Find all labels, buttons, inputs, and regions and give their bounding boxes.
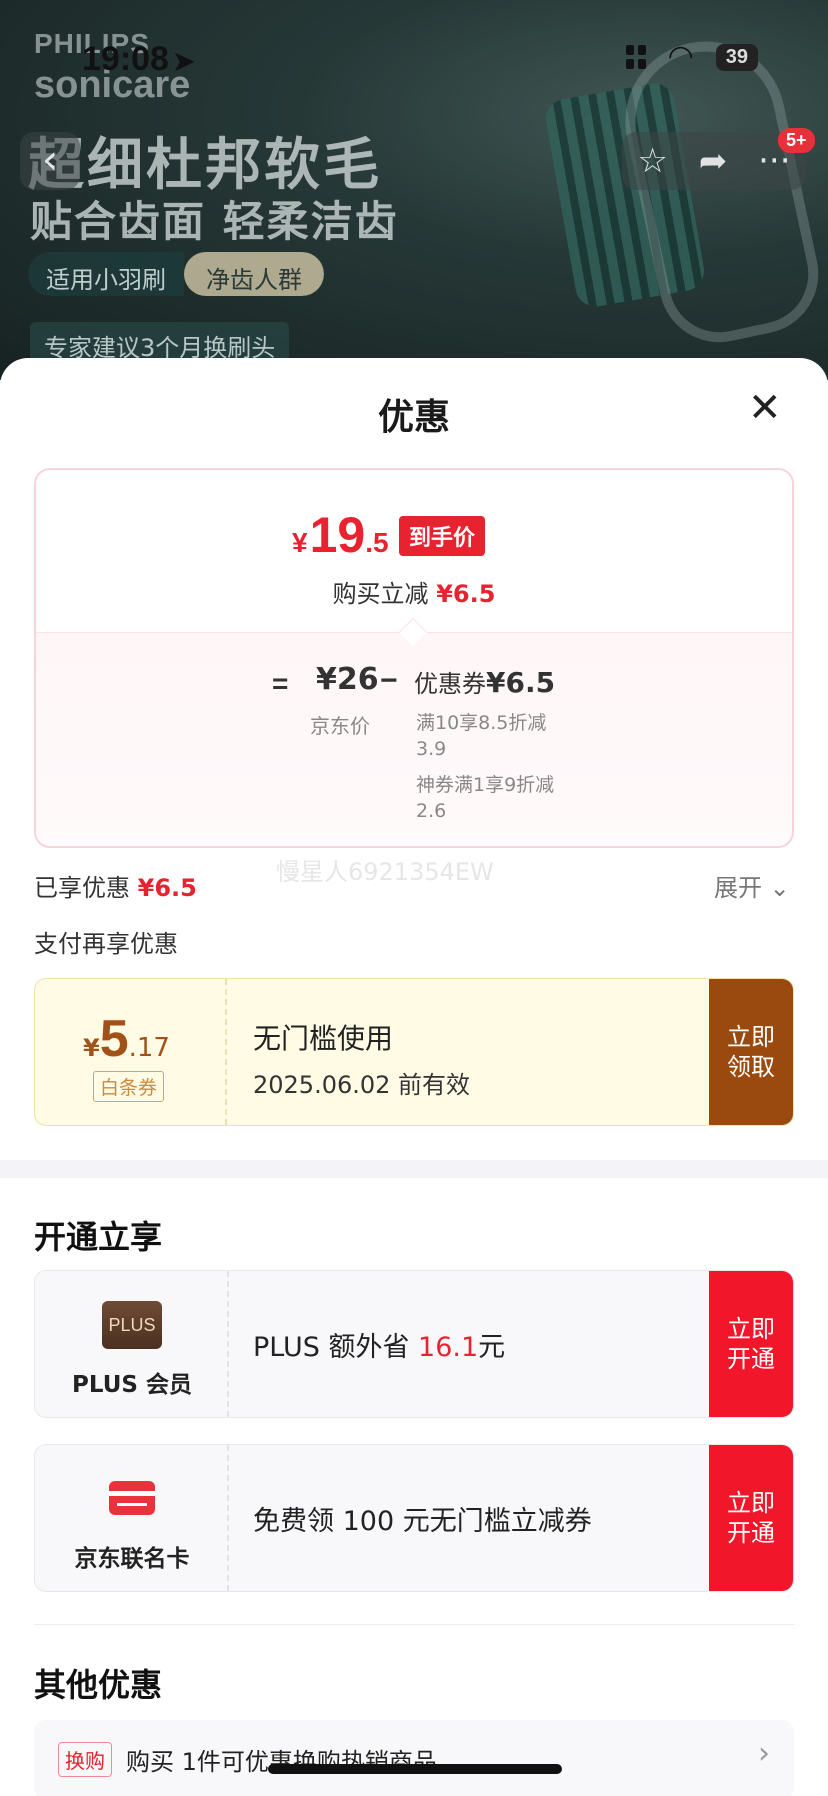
final-price-integer: 19 xyxy=(309,507,366,563)
jd-price: ¥26 xyxy=(316,662,379,697)
expand-button[interactable]: 展开 ⌄ xyxy=(714,868,790,903)
reduce-label: 购买立减 xyxy=(332,580,429,608)
open-card-button[interactable]: 立即开通 xyxy=(709,1445,793,1591)
banner-subtitle: 贴合齿面 轻柔洁齿 xyxy=(30,197,399,246)
plus-offer-card: PLUS PLUS 会员 PLUS 额外省 16.1元 立即开通 xyxy=(34,1270,794,1418)
home-indicator[interactable] xyxy=(268,1764,562,1774)
reduce-line: 购买立减 ¥6.5 xyxy=(36,574,792,609)
baitiao-amount: ¥ 5 .17 xyxy=(83,1009,170,1069)
open-benefits-title: 开通立享 xyxy=(34,1218,163,1256)
open-plus-button[interactable]: 立即开通 xyxy=(709,1271,793,1417)
status-time: 19:08 ➤ xyxy=(82,40,195,79)
coupon-label: 优惠券 xyxy=(414,670,486,698)
other-offers-title: 其他优惠 xyxy=(34,1666,163,1704)
close-icon: ✕ xyxy=(748,385,782,431)
open-plus-label: 立即开通 xyxy=(727,1315,775,1373)
plus-text-suffix: 元 xyxy=(478,1332,506,1363)
cobrand-offer-left: 京东联名卡 xyxy=(35,1445,229,1591)
location-arrow-icon: ➤ xyxy=(172,46,195,76)
cobrand-offer-name: 京东联名卡 xyxy=(74,1546,190,1572)
enjoyed-label: 已享优惠 xyxy=(34,874,130,902)
claim-coupon-button[interactable]: 立即领取 xyxy=(709,979,793,1125)
minus-sign: − xyxy=(380,664,398,697)
banner-pill-audience: 净齿人群 xyxy=(184,252,324,296)
reduce-value: ¥6.5 xyxy=(436,580,496,608)
enjoyed-value: ¥6.5 xyxy=(137,874,197,902)
divider xyxy=(34,1624,794,1625)
plus-amount: 16.1 xyxy=(418,1332,479,1363)
enjoyed-discount: 已享优惠 ¥6.5 xyxy=(34,868,197,903)
final-price: ¥ 19 .5 xyxy=(292,506,389,564)
baitiao-currency: ¥ xyxy=(83,1034,100,1062)
close-button[interactable]: ✕ xyxy=(748,388,782,428)
battery-indicator: 39 xyxy=(715,43,758,71)
baitiao-integer: 5 xyxy=(99,1010,129,1068)
status-time-text: 19:08 xyxy=(82,40,169,78)
expand-label: 展开 xyxy=(714,874,762,902)
sheet-title: 优惠 xyxy=(377,397,450,438)
final-price-decimal: .5 xyxy=(365,527,389,558)
back-button[interactable]: ‹ xyxy=(20,132,80,190)
open-card-label: 立即开通 xyxy=(727,1489,775,1547)
baitiao-tag: 白条券 xyxy=(93,1071,165,1102)
plus-offer-left: PLUS PLUS 会员 xyxy=(35,1271,229,1417)
plus-offer-text: PLUS 额外省 16.1元 xyxy=(253,1325,505,1364)
message-badge: 5+ xyxy=(778,128,815,153)
baitiao-title: 无门槛使用 xyxy=(253,1022,394,1055)
star-icon[interactable]: ☆ xyxy=(637,141,667,181)
exchange-offer-row[interactable]: 换购 购买 1件可优惠换购热销商品 › xyxy=(34,1720,794,1796)
status-icons: ◠ 39 xyxy=(625,39,758,74)
cobrand-offer-text: 免费领 100 元无门槛立减券 xyxy=(253,1506,592,1537)
plus-logo-icon: PLUS xyxy=(102,1301,162,1349)
final-price-currency: ¥ xyxy=(292,527,308,558)
watermark: 慢星人6921354EW xyxy=(276,858,494,886)
share-icon[interactable]: ➦ xyxy=(699,141,728,181)
chevron-right-icon: › xyxy=(758,1736,770,1771)
coupon-detail: 满10享8.5折减3.9 xyxy=(416,712,547,760)
credit-card-icon xyxy=(109,1481,155,1515)
section-separator xyxy=(0,1160,828,1178)
coupon-total: 优惠券¥6.5 xyxy=(414,664,555,699)
baitiao-validity: 2025.06.02 前有效 xyxy=(253,1071,471,1099)
final-price-tag: 到手价 xyxy=(399,516,486,556)
equals-sign: = xyxy=(272,668,289,699)
banner-pills: 适用小羽刷 净齿人群 xyxy=(28,252,324,296)
pay-more-heading: 支付再享优惠 xyxy=(34,930,178,958)
signal-icon xyxy=(625,45,646,69)
banner-pill-compat: 适用小羽刷 xyxy=(28,252,184,296)
baitiao-decimal: .17 xyxy=(128,1033,170,1063)
coupon-value: ¥6.5 xyxy=(486,666,556,699)
plus-text-prefix: PLUS 额外省 xyxy=(253,1332,419,1363)
cobrand-card-offer: 京东联名卡 免费领 100 元无门槛立减券 立即开通 xyxy=(34,1444,794,1592)
claim-coupon-label: 立即领取 xyxy=(727,1023,775,1081)
chevron-down-icon: ⌄ xyxy=(769,874,790,902)
back-icon: ‹ xyxy=(42,137,58,183)
baitiao-coupon-card: ¥ 5 .17 白条券 无门槛使用 2025.06.02 前有效 立即领取 xyxy=(34,978,794,1126)
coupon-detail: 神券满1享9折减2.6 xyxy=(416,774,555,822)
wifi-icon: ◠ xyxy=(667,39,694,74)
plus-offer-name: PLUS 会员 xyxy=(72,1372,192,1398)
price-breakdown-card: ¥ 19 .5 到手价 购买立减 ¥6.5 = ¥26 京东价 − 优惠券¥6.… xyxy=(34,468,794,848)
discount-sheet: 优惠 ✕ ¥ 19 .5 到手价 购买立减 ¥6.5 = ¥26 京东价 − 优… xyxy=(0,358,828,1796)
exchange-tag: 换购 xyxy=(58,1742,112,1777)
jd-price-label: 京东价 xyxy=(310,714,370,738)
